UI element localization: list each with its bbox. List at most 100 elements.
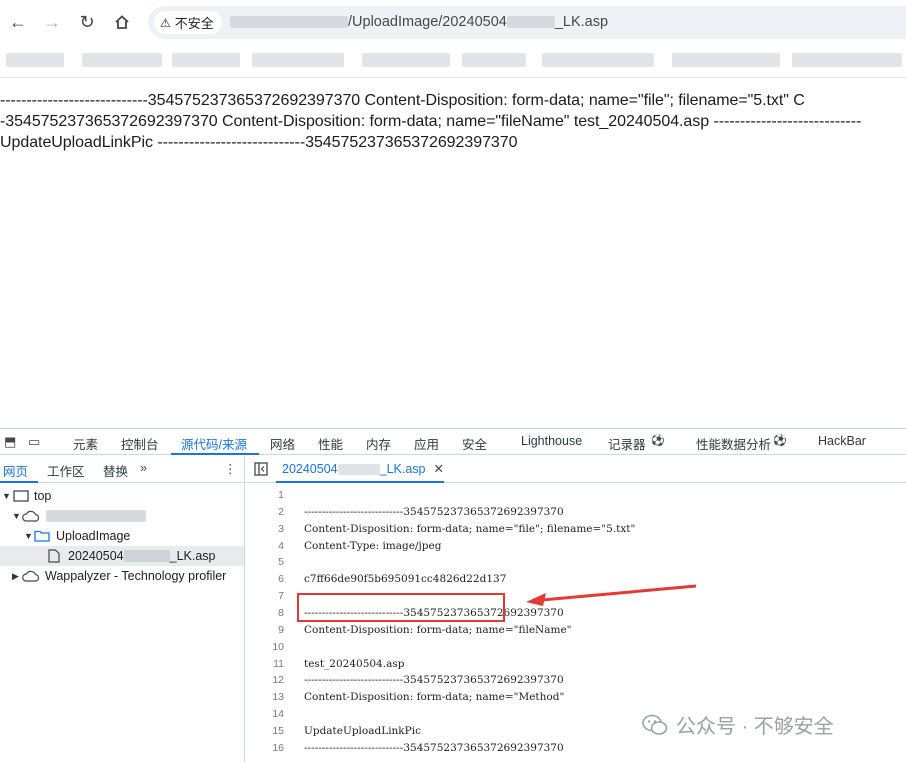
tab-console[interactable]: 控制台 bbox=[121, 434, 159, 453]
url-suffix: _LK.asp bbox=[554, 14, 609, 30]
code-text: ----------------------------354575237365… bbox=[304, 741, 564, 754]
redacted-host bbox=[230, 16, 348, 29]
folder-icon bbox=[34, 530, 50, 542]
tab-recorder[interactable]: 记录器 bbox=[608, 434, 646, 453]
tab-overrides[interactable]: 替换 bbox=[103, 461, 128, 480]
tab-lighthouse[interactable]: Lighthouse bbox=[521, 434, 582, 448]
tab-hackbar[interactable]: HackBar bbox=[818, 434, 866, 448]
line-number[interactable]: 7 bbox=[260, 590, 284, 602]
redacted-host bbox=[46, 510, 146, 522]
forward-arrow-icon[interactable]: → bbox=[38, 8, 66, 36]
bookmark-item[interactable] bbox=[82, 53, 162, 67]
code-text: ----------------------------354575237365… bbox=[304, 674, 564, 687]
flask-icon: ⚽ bbox=[651, 435, 665, 447]
redacted-filename bbox=[337, 464, 380, 476]
line-number[interactable]: 12 bbox=[260, 674, 284, 686]
tree-item-top[interactable]: ▼ top bbox=[0, 486, 244, 506]
line-number[interactable]: 9 bbox=[260, 624, 284, 636]
line-number[interactable]: 15 bbox=[260, 725, 284, 737]
tab-network[interactable]: 网络 bbox=[270, 434, 295, 453]
address-bar[interactable]: ⚠ 不安全 /UploadImage/20240504 _LK.asp bbox=[148, 6, 906, 39]
editor-tab-file[interactable]: 20240504 _LK.asp ✕ bbox=[282, 461, 444, 476]
bookmark-item[interactable] bbox=[252, 53, 344, 67]
reload-icon[interactable]: ↻ bbox=[73, 8, 101, 36]
tab-page[interactable]: 网页 bbox=[3, 461, 28, 480]
tab-performance-insights[interactable]: 性能数据分析 bbox=[696, 434, 771, 453]
home-icon[interactable] bbox=[108, 8, 136, 36]
tree-label-top: top bbox=[34, 489, 52, 503]
kebab-menu-icon[interactable]: ⋮ bbox=[224, 461, 237, 476]
code-line: 10 bbox=[246, 641, 906, 658]
line-number[interactable]: 3 bbox=[260, 523, 284, 535]
collapse-triangle-icon[interactable]: ▶ bbox=[12, 571, 22, 582]
code-line: 9 Content-Disposition: form-data; name="f… bbox=[246, 624, 906, 641]
code-text: c7ff66de90f5b695091cc4826d22d137 bbox=[304, 573, 507, 586]
device-toolbar-icon[interactable]: ▭ bbox=[28, 434, 40, 450]
inspect-element-icon[interactable]: ⬒ bbox=[4, 434, 16, 450]
code-text: Content-Disposition: form-data; name="Me… bbox=[304, 691, 565, 704]
tree-item-file[interactable]: 20240504 _LK.asp bbox=[0, 546, 244, 566]
tree-item-host[interactable]: ▼ bbox=[0, 506, 244, 526]
expand-triangle-icon[interactable]: ▼ bbox=[2, 491, 12, 501]
tab-sources[interactable]: 源代码/来源 bbox=[181, 434, 247, 453]
bookmark-item[interactable] bbox=[6, 53, 64, 67]
back-arrow-icon[interactable]: ← bbox=[4, 8, 32, 36]
tab-elements[interactable]: 元素 bbox=[73, 434, 98, 453]
line-number[interactable]: 2 bbox=[260, 506, 284, 518]
bookmark-item[interactable] bbox=[172, 53, 240, 67]
line-number[interactable]: 1 bbox=[260, 489, 284, 501]
url-text[interactable]: /UploadImage/20240504 _LK.asp bbox=[230, 14, 608, 30]
bookmark-item[interactable] bbox=[362, 53, 450, 67]
warning-icon: ⚠ bbox=[160, 15, 171, 30]
watermark: 公众号 · 不够安全 bbox=[642, 710, 834, 739]
cloud-icon bbox=[22, 510, 40, 522]
tree-item-folder[interactable]: ▼ UploadImage bbox=[0, 526, 244, 546]
close-tab-icon[interactable]: ✕ bbox=[434, 462, 444, 476]
toggle-navigator-icon[interactable] bbox=[254, 462, 268, 476]
bookmark-item[interactable] bbox=[462, 53, 526, 67]
code-text: Content-Disposition: form-data; name="fi… bbox=[304, 522, 636, 535]
tree-item-extension[interactable]: ▶ Wappalyzer - Technology profiler bbox=[0, 566, 244, 586]
line-number[interactable]: 8 bbox=[260, 607, 284, 619]
bookmark-item[interactable] bbox=[542, 53, 654, 67]
browser-toolbar: ← → ↻ ⚠ 不安全 /UploadImage/20240504 _LK.asp bbox=[0, 0, 906, 44]
expand-triangle-icon[interactable]: ▼ bbox=[24, 531, 34, 541]
line-number[interactable]: 4 bbox=[260, 540, 284, 552]
page-text-line: ----------------------------354575237365… bbox=[0, 92, 805, 109]
code-text: Content-Type: image/jpeg bbox=[304, 539, 442, 552]
devtools-tab-bar: ⬒ ▭ 元素 控制台 源代码/来源 网络 性能 内存 应用 安全 Lightho… bbox=[0, 429, 906, 455]
active-editor-tab-indicator bbox=[276, 481, 444, 483]
tab-workspace[interactable]: 工作区 bbox=[47, 461, 85, 480]
line-number[interactable]: 14 bbox=[260, 708, 284, 720]
bookmarks-bar bbox=[0, 44, 906, 78]
redacted-filename bbox=[506, 16, 555, 29]
security-chip[interactable]: ⚠ 不安全 bbox=[154, 11, 222, 34]
tree-label-file-suffix: _LK.asp bbox=[169, 549, 216, 563]
tab-security[interactable]: 安全 bbox=[462, 434, 487, 453]
line-number[interactable]: 5 bbox=[260, 556, 284, 568]
redacted-filename bbox=[123, 550, 170, 562]
more-tabs-icon[interactable]: » bbox=[140, 461, 147, 475]
line-number[interactable]: 11 bbox=[260, 658, 284, 670]
line-number[interactable]: 10 bbox=[260, 641, 284, 653]
bookmark-item[interactable] bbox=[792, 53, 902, 67]
bookmark-item[interactable] bbox=[672, 53, 780, 67]
code-text: Content-Disposition: form-data; name="fi… bbox=[304, 623, 572, 636]
expand-triangle-icon[interactable]: ▼ bbox=[12, 511, 22, 521]
code-line: 16 ----------------------------3545752373… bbox=[246, 742, 906, 759]
code-line: 13 Content-Disposition: form-data; name="… bbox=[246, 691, 906, 708]
page-text-line: -354575237365372692397370 Content-Dispos… bbox=[0, 113, 862, 130]
tab-performance[interactable]: 性能 bbox=[318, 434, 343, 453]
line-number[interactable]: 16 bbox=[260, 742, 284, 754]
line-number[interactable]: 6 bbox=[260, 573, 284, 585]
tab-application[interactable]: 应用 bbox=[414, 434, 439, 453]
code-line: 3 Content-Disposition: form-data; name="f… bbox=[246, 523, 906, 540]
flask-icon: ⚽ bbox=[773, 435, 787, 447]
tab-memory[interactable]: 内存 bbox=[366, 434, 391, 453]
editor-tab-bar: 20240504 _LK.asp ✕ bbox=[246, 456, 906, 483]
page-content: ----------------------------354575237365… bbox=[0, 88, 906, 428]
code-line: 11 test_20240504.asp bbox=[246, 658, 906, 675]
line-number[interactable]: 13 bbox=[260, 691, 284, 703]
code-text: ----------------------------354575237365… bbox=[304, 505, 564, 518]
code-line: 4 Content-Type: image/jpeg bbox=[246, 540, 906, 557]
